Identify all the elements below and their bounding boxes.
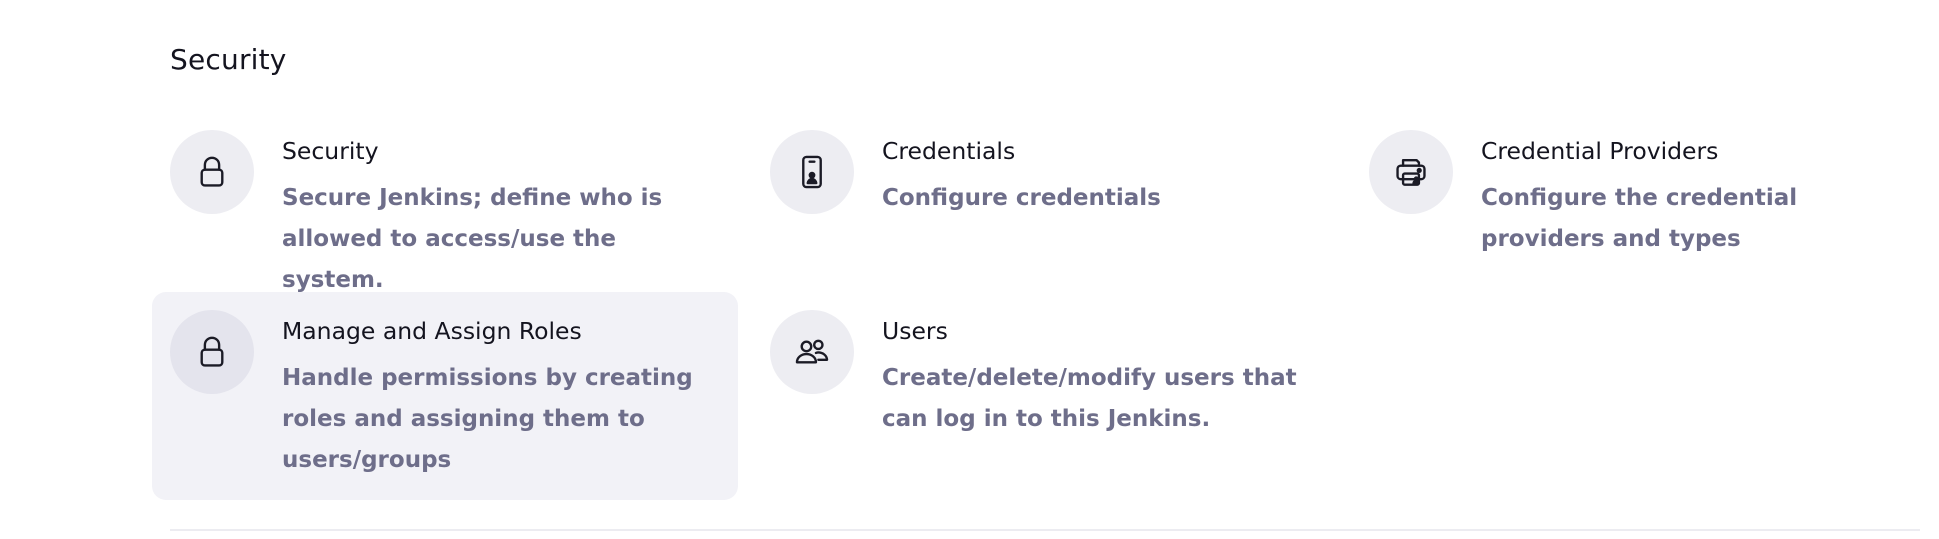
item-description: Configure credentials xyxy=(882,185,1161,211)
item-manage-roles-icon-wrap xyxy=(170,310,254,394)
item-title: Manage and Assign Roles xyxy=(282,317,582,345)
item-description: Create/delete/modify users that can log … xyxy=(882,365,1297,432)
item-title: Credential Providers xyxy=(1481,137,1719,165)
item-title: Credentials xyxy=(882,137,1016,165)
users-icon xyxy=(795,339,829,364)
item-credential-providers[interactable]: Credential Providers Configure the crede… xyxy=(1351,112,1937,278)
section-title: Security xyxy=(170,43,287,76)
item-security[interactable]: Security Secure Jenkins; define who is a… xyxy=(152,112,738,319)
item-credentials[interactable]: Credentials Configure credentials xyxy=(752,112,1338,237)
item-manage-and-assign-roles[interactable]: Manage and Assign Roles Handle permissio… xyxy=(152,292,738,500)
section-divider xyxy=(170,529,1920,531)
item-manage-roles-text: Manage and Assign Roles Handle permissio… xyxy=(282,310,702,481)
item-users[interactable]: Users Create/delete/modify users that ca… xyxy=(752,292,1338,458)
item-title: Security xyxy=(282,137,379,165)
item-credentials-text: Credentials Configure credentials xyxy=(882,130,1161,219)
item-credential-providers-icon-wrap xyxy=(1369,130,1453,214)
item-users-text: Users Create/delete/modify users that ca… xyxy=(882,310,1302,440)
lock-icon xyxy=(200,156,224,187)
phone-id-icon xyxy=(802,155,822,189)
item-users-icon-wrap xyxy=(770,310,854,394)
item-security-text: Security Secure Jenkins; define who is a… xyxy=(282,130,702,301)
item-title: Users xyxy=(882,317,948,345)
item-credential-providers-text: Credential Providers Configure the crede… xyxy=(1481,130,1901,260)
item-security-icon-wrap xyxy=(170,130,254,214)
item-description: Configure the credential providers and t… xyxy=(1481,185,1798,252)
item-description: Secure Jenkins; define who is allowed to… xyxy=(282,185,663,293)
item-description: Handle permissions by creating roles and… xyxy=(282,365,693,473)
lock-icon xyxy=(200,336,224,367)
printer-icon xyxy=(1396,158,1426,186)
item-credentials-icon-wrap xyxy=(770,130,854,214)
